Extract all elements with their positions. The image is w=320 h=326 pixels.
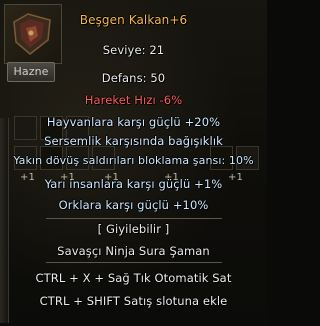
bonus-line: Hayvanlara karşı güçlü +20% [46, 115, 221, 129]
inventory-window: Hazne +1 +1 +1 +1 +1 Beşgen Kalkan+6 Sev… [0, 0, 267, 326]
item-level: Seviye: 21 [102, 43, 165, 57]
bonus-line: Orklara karşı güçlü +10% [58, 198, 209, 212]
item-name: Beşgen Kalkan+6 [79, 13, 188, 27]
bonus-line: Yakın dövüş saldırıları bloklama şansı: … [13, 154, 254, 167]
bonus-line: Yarı insanlara karşı güçlü +1% [44, 177, 223, 191]
sell-hint: CTRL + X + Sağ Tık Otomatik Sat [35, 271, 232, 285]
tooltip-divider [46, 218, 222, 219]
class-list: Savaşçı Ninja Sura Şaman [57, 244, 210, 258]
shop-slot-hint: CTRL + SHIFT Satış slotuna ekle [39, 294, 228, 308]
item-move-speed: Hareket Hızı -6% [84, 93, 183, 107]
wearable-label: [ Giyilebilir ] [97, 222, 170, 236]
tooltip-divider [46, 262, 222, 263]
item-defense: Defans: 50 [101, 71, 166, 85]
bonus-line: Sersemlik karşısında bağışıklık [44, 134, 223, 148]
item-tooltip: Beşgen Kalkan+6 Seviye: 21 Defans: 50 Ha… [0, 0, 267, 326]
